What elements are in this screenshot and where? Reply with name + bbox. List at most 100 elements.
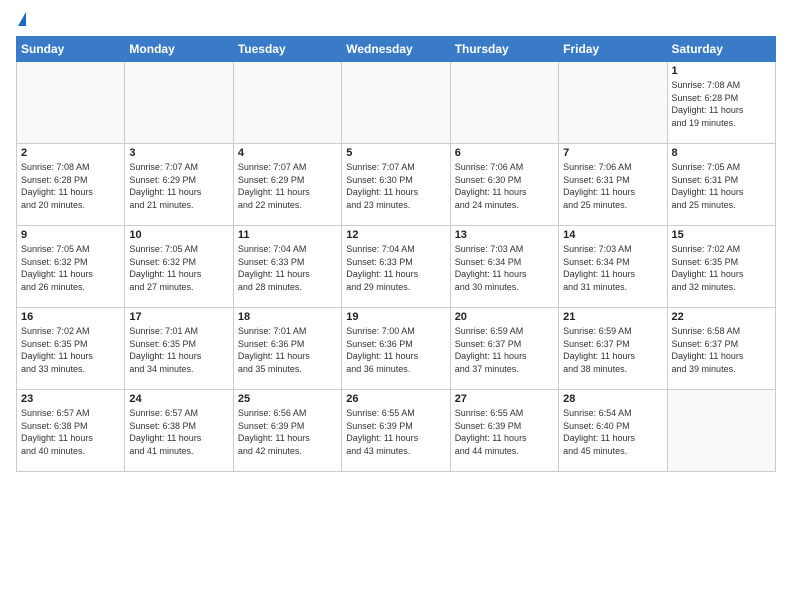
weekday-header-row: SundayMondayTuesdayWednesdayThursdayFrid… — [17, 37, 776, 62]
day-cell: 12 Sunrise: 7:04 AM Sunset: 6:33 PM Dayli… — [342, 226, 450, 308]
day-cell: 1Sunrise: 7:08 AM Sunset: 6:28 PM Daylig… — [667, 62, 775, 144]
day-number: 9 — [21, 229, 120, 241]
week-row-1: 1Sunrise: 7:08 AM Sunset: 6:28 PM Daylig… — [17, 62, 776, 144]
day-number: 14 — [563, 229, 662, 241]
day-cell: 10Sunrise: 7:05 AM Sunset: 6:32 PM Dayli… — [125, 226, 233, 308]
day-cell: 20 Sunrise: 6:59 AM Sunset: 6:37 PM Dayli… — [450, 308, 558, 390]
day-info: Sunrise: 6:59 AM Sunset: 6:37 PM Dayligh… — [563, 325, 662, 375]
day-number: 2 — [21, 147, 120, 159]
day-cell: 19 Sunrise: 7:00 AM Sunset: 6:36 PM Dayli… — [342, 308, 450, 390]
day-number: 3 — [129, 147, 228, 159]
day-number: 24 — [129, 393, 228, 405]
day-info: Sunrise: 6:57 AM Sunset: 6:38 PM Dayligh… — [21, 407, 120, 457]
day-cell — [125, 62, 233, 144]
day-cell — [342, 62, 450, 144]
day-cell: 26 Sunrise: 6:55 AM Sunset: 6:39 PM Dayli… — [342, 390, 450, 472]
day-cell: 17 Sunrise: 7:01 AM Sunset: 6:35 PM Dayli… — [125, 308, 233, 390]
day-cell: 4 Sunrise: 7:07 AM Sunset: 6:29 PM Daylig… — [233, 144, 341, 226]
weekday-header-tuesday: Tuesday — [233, 37, 341, 62]
day-number: 5 — [346, 147, 445, 159]
day-cell: 15Sunrise: 7:02 AM Sunset: 6:35 PM Dayli… — [667, 226, 775, 308]
week-row-2: 2 Sunrise: 7:08 AM Sunset: 6:28 PM Daylig… — [17, 144, 776, 226]
day-info: Sunrise: 6:59 AM Sunset: 6:37 PM Dayligh… — [455, 325, 554, 375]
day-cell: 24 Sunrise: 6:57 AM Sunset: 6:38 PM Dayli… — [125, 390, 233, 472]
day-cell: 28 Sunrise: 6:54 AM Sunset: 6:40 PM Dayli… — [559, 390, 667, 472]
day-number: 20 — [455, 311, 554, 323]
day-cell: 23 Sunrise: 6:57 AM Sunset: 6:38 PM Dayli… — [17, 390, 125, 472]
day-cell — [17, 62, 125, 144]
day-info: Sunrise: 7:07 AM Sunset: 6:29 PM Dayligh… — [238, 161, 337, 211]
day-number: 17 — [129, 311, 228, 323]
day-number: 23 — [21, 393, 120, 405]
day-info: Sunrise: 6:54 AM Sunset: 6:40 PM Dayligh… — [563, 407, 662, 457]
day-info: Sunrise: 7:01 AM Sunset: 6:35 PM Dayligh… — [129, 325, 228, 375]
day-cell: 6 Sunrise: 7:06 AM Sunset: 6:30 PM Daylig… — [450, 144, 558, 226]
day-cell: 11 Sunrise: 7:04 AM Sunset: 6:33 PM Dayli… — [233, 226, 341, 308]
day-cell — [667, 390, 775, 472]
day-info: Sunrise: 7:06 AM Sunset: 6:31 PM Dayligh… — [563, 161, 662, 211]
day-cell: 21 Sunrise: 6:59 AM Sunset: 6:37 PM Dayli… — [559, 308, 667, 390]
day-info: Sunrise: 7:06 AM Sunset: 6:30 PM Dayligh… — [455, 161, 554, 211]
weekday-header-monday: Monday — [125, 37, 233, 62]
day-number: 19 — [346, 311, 445, 323]
header — [16, 12, 776, 28]
day-info: Sunrise: 7:05 AM Sunset: 6:32 PM Dayligh… — [21, 243, 120, 293]
day-number: 7 — [563, 147, 662, 159]
day-cell: 16 Sunrise: 7:02 AM Sunset: 6:35 PM Dayli… — [17, 308, 125, 390]
day-info: Sunrise: 6:55 AM Sunset: 6:39 PM Dayligh… — [455, 407, 554, 457]
day-cell: 8 Sunrise: 7:05 AM Sunset: 6:31 PM Daylig… — [667, 144, 775, 226]
weekday-header-saturday: Saturday — [667, 37, 775, 62]
day-number: 27 — [455, 393, 554, 405]
day-info: Sunrise: 7:07 AM Sunset: 6:29 PM Dayligh… — [129, 161, 228, 211]
day-cell: 27 Sunrise: 6:55 AM Sunset: 6:39 PM Dayli… — [450, 390, 558, 472]
day-cell: 25 Sunrise: 6:56 AM Sunset: 6:39 PM Dayli… — [233, 390, 341, 472]
day-info: Sunrise: 6:58 AM Sunset: 6:37 PM Dayligh… — [672, 325, 771, 375]
day-info: Sunrise: 7:03 AM Sunset: 6:34 PM Dayligh… — [563, 243, 662, 293]
day-number: 16 — [21, 311, 120, 323]
day-number: 1 — [672, 65, 771, 77]
day-cell: 22 Sunrise: 6:58 AM Sunset: 6:37 PM Dayli… — [667, 308, 775, 390]
weekday-header-thursday: Thursday — [450, 37, 558, 62]
day-info: Sunrise: 6:56 AM Sunset: 6:39 PM Dayligh… — [238, 407, 337, 457]
day-info: Sunrise: 7:08 AM Sunset: 6:28 PM Dayligh… — [21, 161, 120, 211]
day-cell — [233, 62, 341, 144]
day-info: Sunrise: 7:00 AM Sunset: 6:36 PM Dayligh… — [346, 325, 445, 375]
weekday-header-sunday: Sunday — [17, 37, 125, 62]
weekday-header-friday: Friday — [559, 37, 667, 62]
day-number: 26 — [346, 393, 445, 405]
week-row-3: 9 Sunrise: 7:05 AM Sunset: 6:32 PM Daylig… — [17, 226, 776, 308]
day-info: Sunrise: 6:57 AM Sunset: 6:38 PM Dayligh… — [129, 407, 228, 457]
day-number: 11 — [238, 229, 337, 241]
day-info: Sunrise: 7:05 AM Sunset: 6:32 PM Dayligh… — [129, 243, 228, 293]
day-info: Sunrise: 7:01 AM Sunset: 6:36 PM Dayligh… — [238, 325, 337, 375]
logo-triangle-icon — [18, 12, 26, 26]
weekday-header-wednesday: Wednesday — [342, 37, 450, 62]
day-number: 25 — [238, 393, 337, 405]
day-cell: 7 Sunrise: 7:06 AM Sunset: 6:31 PM Daylig… — [559, 144, 667, 226]
day-cell: 9 Sunrise: 7:05 AM Sunset: 6:32 PM Daylig… — [17, 226, 125, 308]
day-number: 8 — [672, 147, 771, 159]
day-number: 6 — [455, 147, 554, 159]
day-info: Sunrise: 7:02 AM Sunset: 6:35 PM Dayligh… — [21, 325, 120, 375]
week-row-5: 23 Sunrise: 6:57 AM Sunset: 6:38 PM Dayli… — [17, 390, 776, 472]
day-cell: 14 Sunrise: 7:03 AM Sunset: 6:34 PM Dayli… — [559, 226, 667, 308]
day-cell: 2 Sunrise: 7:08 AM Sunset: 6:28 PM Daylig… — [17, 144, 125, 226]
week-row-4: 16 Sunrise: 7:02 AM Sunset: 6:35 PM Dayli… — [17, 308, 776, 390]
day-info: Sunrise: 7:04 AM Sunset: 6:33 PM Dayligh… — [238, 243, 337, 293]
day-number: 28 — [563, 393, 662, 405]
day-cell — [450, 62, 558, 144]
day-number: 13 — [455, 229, 554, 241]
day-info: Sunrise: 7:03 AM Sunset: 6:34 PM Dayligh… — [455, 243, 554, 293]
day-info: Sunrise: 6:55 AM Sunset: 6:39 PM Dayligh… — [346, 407, 445, 457]
logo — [16, 12, 26, 28]
day-number: 21 — [563, 311, 662, 323]
day-number: 12 — [346, 229, 445, 241]
day-cell: 13 Sunrise: 7:03 AM Sunset: 6:34 PM Dayli… — [450, 226, 558, 308]
day-number: 4 — [238, 147, 337, 159]
day-cell: 18Sunrise: 7:01 AM Sunset: 6:36 PM Dayli… — [233, 308, 341, 390]
day-number: 22 — [672, 311, 771, 323]
day-info: Sunrise: 7:02 AM Sunset: 6:35 PM Dayligh… — [672, 243, 771, 293]
day-info: Sunrise: 7:05 AM Sunset: 6:31 PM Dayligh… — [672, 161, 771, 211]
day-info: Sunrise: 7:04 AM Sunset: 6:33 PM Dayligh… — [346, 243, 445, 293]
day-cell — [559, 62, 667, 144]
